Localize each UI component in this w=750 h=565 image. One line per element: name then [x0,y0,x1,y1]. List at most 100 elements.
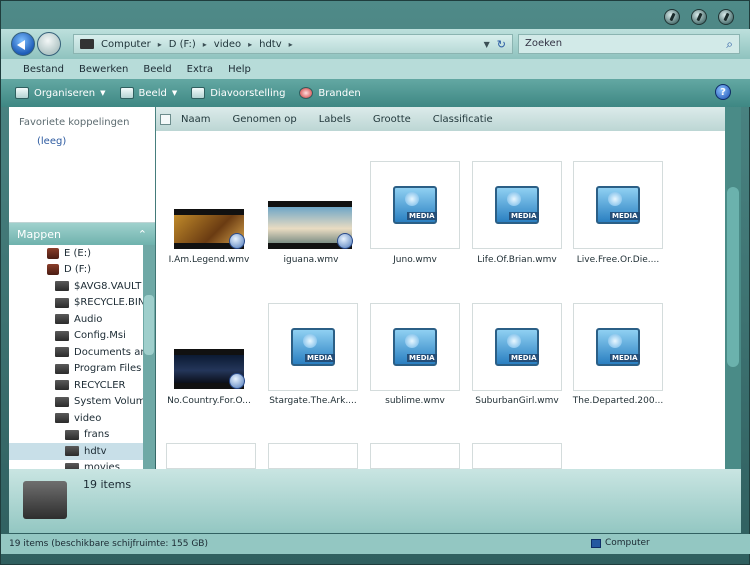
chevron-right-icon[interactable]: ▸ [203,40,207,49]
folder-icon [55,380,69,391]
tree-item[interactable]: Config.Msi [9,328,143,345]
tree-item[interactable]: System Volume [9,394,143,411]
file-tile [370,303,460,391]
file-name: The.Departed.200... [572,396,664,406]
select-all-checkbox[interactable] [160,113,171,125]
scroll-thumb[interactable] [727,187,739,367]
breadcrumb-item[interactable]: Computer [101,39,151,50]
file-list: Naam Genomen op Labels Grootte Classific… [156,107,725,469]
tree-item-label: $RECYCLE.BIN [74,297,143,309]
tree-item[interactable]: $RECYCLE.BIN [9,295,143,312]
view-button[interactable]: Beeld ▼ [119,87,177,99]
folder-icon [55,330,69,341]
folder-icon [55,314,69,325]
tree-item-label: hdtv [84,445,107,457]
back-button[interactable] [11,32,35,56]
file-tile [472,161,562,249]
tree-item[interactable]: Documents an [9,344,143,361]
refresh-icon[interactable]: ↻ [497,38,506,51]
slideshow-button[interactable]: Diavoorstelling [191,87,285,99]
view-label: Beeld [138,87,167,99]
folder-icon [55,347,69,358]
tree-item-label: E (E:) [64,247,91,259]
column-size[interactable]: Grootte [373,114,411,125]
minimize-icon[interactable] [664,9,680,25]
breadcrumb[interactable]: Computer ▸ D (F:) ▸ video ▸ hdtv ▸ ▼ ↻ [73,34,513,54]
media-file-icon [596,328,640,366]
maximize-icon[interactable] [691,9,707,25]
tree-item[interactable]: Audio [9,311,143,328]
chevron-down-icon[interactable]: ▼ [484,40,490,49]
folders-header[interactable]: Mappen ⌃ [9,223,155,245]
favorites-title: Favoriete koppelingen [19,117,130,128]
column-date-taken[interactable]: Genomen op [232,114,296,125]
content-scrollbar[interactable] [725,107,741,469]
menu-beeld[interactable]: Beeld [143,64,171,75]
tree-item-label: movies [84,462,120,469]
file-tile[interactable] [268,443,358,469]
tree-scrollbar[interactable] [143,245,155,469]
tree-item[interactable]: $AVG8.VAULT [9,278,143,295]
file-name: Live.Free.Or.Die.... [576,255,660,265]
menu-help[interactable]: Help [228,64,251,75]
tree-item-label: D (F:) [64,264,92,276]
file-tile[interactable] [166,443,256,469]
drive-icon [47,247,59,259]
file-name: sublime.wmv [385,396,445,406]
drive-icon [47,264,59,276]
file-name: Stargate.The.Ark.... [269,396,357,406]
column-name[interactable]: Naam [181,114,210,125]
search-input[interactable]: Zoeken ⌕ [518,34,740,54]
computer-icon [80,39,94,49]
media-player-icon [229,373,245,389]
media-file-icon [596,186,640,224]
tree-item-label: RECYCLER [74,379,126,391]
tree-item-label: System Volume [74,396,143,408]
menu-extra[interactable]: Extra [187,64,213,75]
folders-title: Mappen [17,227,61,241]
help-icon[interactable]: ? [715,84,731,100]
chevron-up-icon[interactable]: ⌃ [138,228,147,241]
file-tile[interactable] [370,443,460,469]
file-tile [472,303,562,391]
tree-item[interactable]: video [9,410,143,427]
menu-bestand[interactable]: Bestand [23,64,64,75]
chevron-right-icon[interactable]: ▸ [158,40,162,49]
tree-item[interactable]: RECYCLER [9,377,143,394]
chevron-right-icon[interactable]: ▸ [289,40,293,49]
tree-item[interactable]: D (F:) [9,262,143,279]
folder-icon [65,429,79,440]
folder-icon [23,481,67,519]
breadcrumb-item[interactable]: video [214,39,241,50]
breadcrumb-item[interactable]: hdtv [259,39,282,50]
tree-item[interactable]: E (E:) [9,245,143,262]
file-name: iguana.wmv [283,255,339,265]
close-icon[interactable] [718,9,734,25]
tree-item-selected[interactable]: hdtv [9,443,143,460]
burn-label: Branden [318,87,361,99]
tree-item[interactable]: Program Files [9,361,143,378]
column-rating[interactable]: Classificatie [433,114,493,125]
column-labels[interactable]: Labels [319,114,351,125]
tree-item-label: Config.Msi [74,330,126,342]
search-icon[interactable]: ⌕ [726,37,733,52]
tree-item-label: Documents an [74,346,143,358]
tree-item[interactable]: frans [9,427,143,444]
folder-icon [65,446,79,457]
tree-item-label: video [74,412,102,424]
forward-button[interactable] [37,32,61,56]
scroll-thumb[interactable] [144,295,154,355]
media-file-icon [495,328,539,366]
slideshow-label: Diavoorstelling [210,87,286,99]
menu-bewerken[interactable]: Bewerken [79,64,128,75]
tree-item-label: frans [84,429,110,441]
breadcrumb-item[interactable]: D (F:) [169,39,196,50]
burn-button[interactable]: Branden [299,87,361,99]
folder-icon [55,297,69,308]
tree-item[interactable]: movies [9,460,143,469]
file-tile[interactable] [472,443,562,469]
navigation-pane: Favoriete koppelingen (leeg) Mappen ⌃ E … [9,107,155,469]
chevron-right-icon[interactable]: ▸ [248,40,252,49]
organize-label: Organiseren [34,87,96,99]
organize-button[interactable]: Organiseren ▼ [15,87,106,99]
